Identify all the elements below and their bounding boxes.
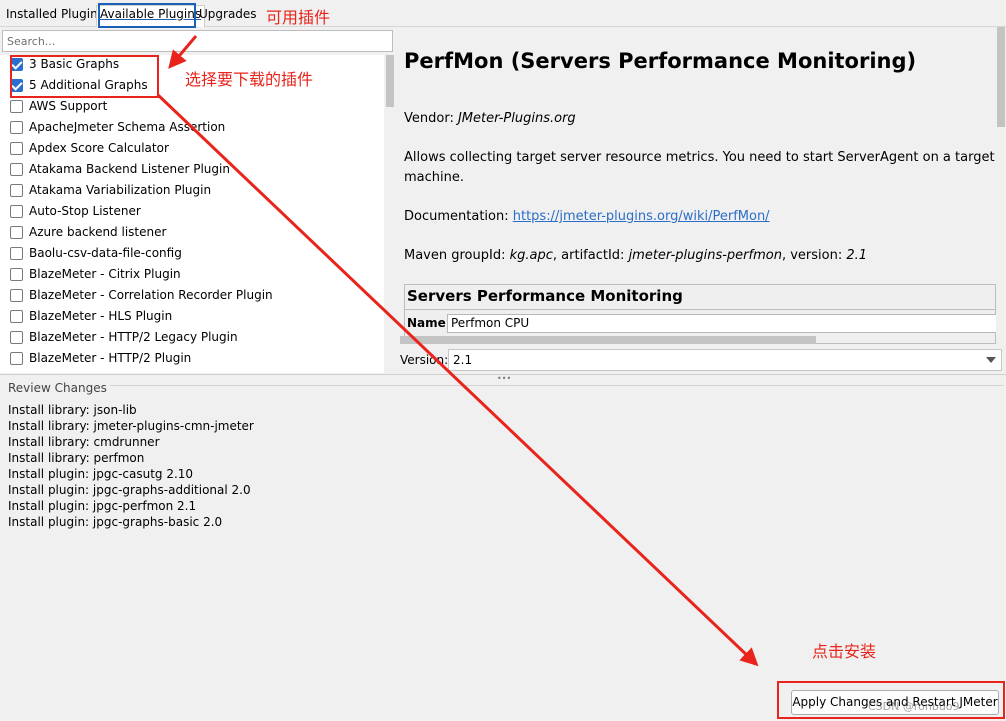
arrow-to-apply-button — [156, 93, 759, 667]
arrow-to-selection — [168, 35, 198, 69]
annotation-arrows — [156, 35, 759, 667]
plugins-manager-window: Installed Plugins Available Plugins Upgr… — [0, 0, 1006, 721]
